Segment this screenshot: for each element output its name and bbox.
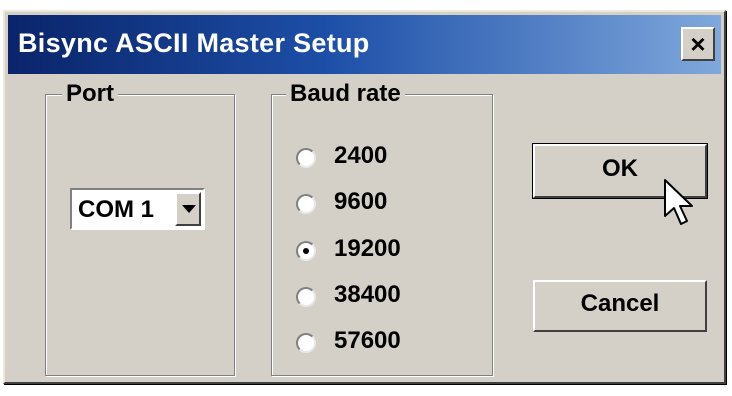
port-select-value: COM 1 <box>78 196 155 223</box>
baud-option-label: 19200 <box>334 235 401 262</box>
close-icon: × <box>690 29 706 59</box>
baud-rate-group-label: Baud rate <box>286 80 405 108</box>
chevron-down-icon[interactable] <box>175 192 201 226</box>
baud-option-label: 9600 <box>334 188 388 215</box>
dialog-window: Bisync ASCII Master Setup × Port COM 1 B… <box>3 10 726 384</box>
title-bar[interactable]: Bisync ASCII Master Setup × <box>8 15 721 74</box>
radio-icon[interactable] <box>296 148 316 168</box>
baud-option-label: 57600 <box>334 327 401 354</box>
radio-icon[interactable] <box>296 287 316 307</box>
baud-rate-group: Baud rate 2400 9600 19200 38400 57600 <box>271 80 493 376</box>
radio-selected-icon[interactable] <box>296 241 316 261</box>
close-button[interactable]: × <box>681 27 715 61</box>
port-select[interactable]: COM 1 <box>70 188 205 230</box>
cancel-button[interactable]: Cancel <box>533 280 707 332</box>
baud-option-label: 38400 <box>334 281 401 308</box>
window-title: Bisync ASCII Master Setup <box>18 28 370 58</box>
radio-icon[interactable] <box>296 194 316 214</box>
mouse-cursor-icon <box>664 179 693 225</box>
radio-icon[interactable] <box>296 333 316 353</box>
port-group-label: Port <box>62 80 118 108</box>
port-group: Port COM 1 <box>45 80 235 376</box>
baud-option-label: 2400 <box>334 142 388 169</box>
